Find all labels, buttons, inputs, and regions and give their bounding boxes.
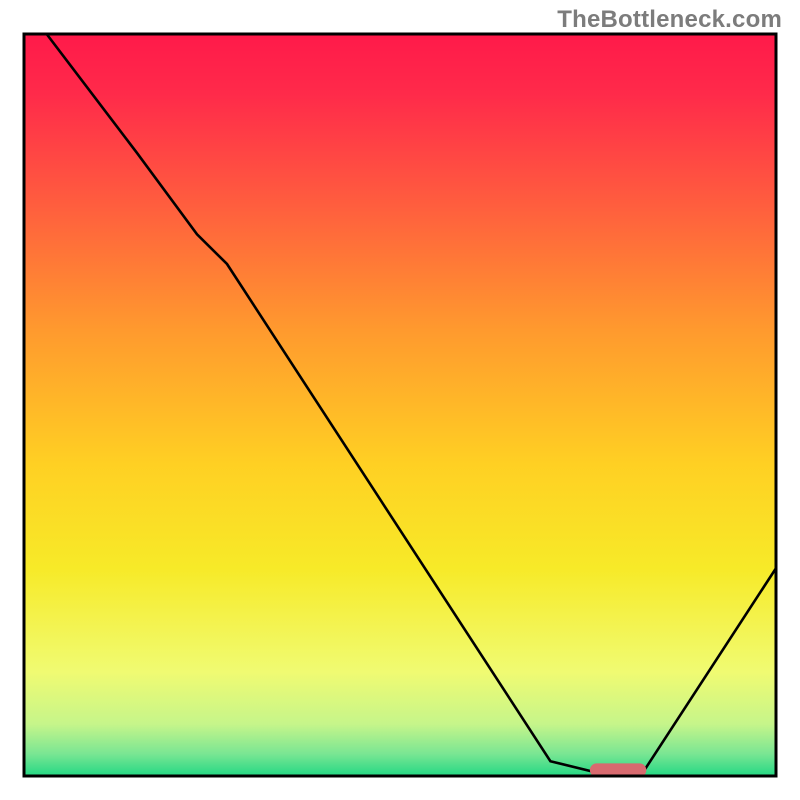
watermark-text: TheBottleneck.com	[557, 6, 782, 34]
chart-background-gradient	[24, 34, 776, 776]
chart-svg	[0, 0, 800, 800]
bottleneck-chart-container: TheBottleneck.com	[0, 0, 800, 800]
